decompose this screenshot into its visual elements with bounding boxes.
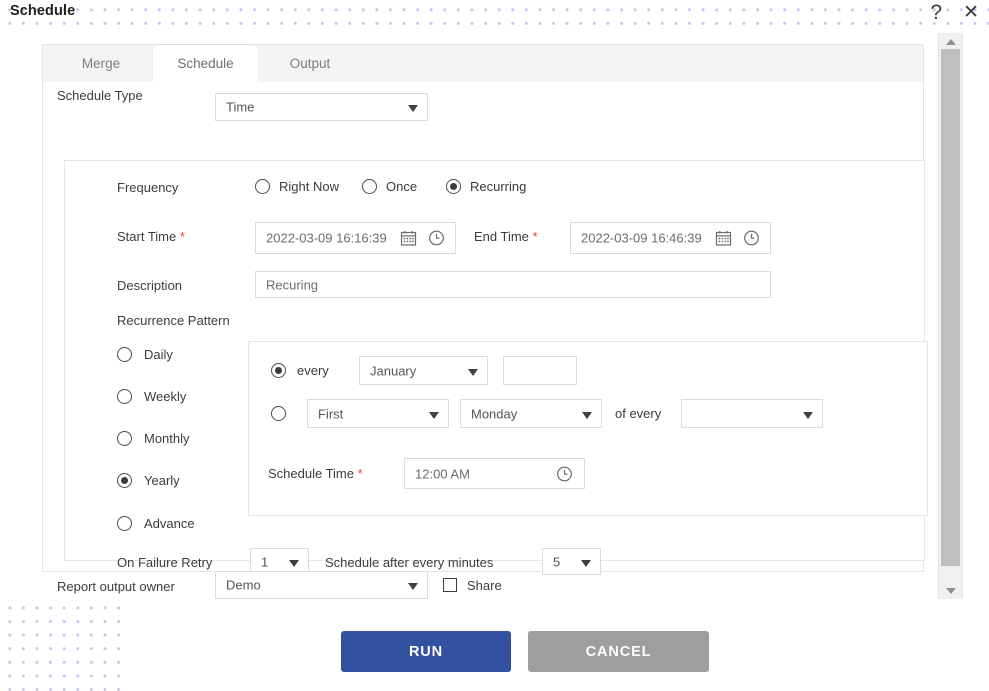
radio-recurring-label[interactable]: Recurring xyxy=(470,179,526,194)
radio-daily[interactable] xyxy=(117,347,132,362)
chevron-down-icon xyxy=(582,411,592,419)
start-time-value: 2022-03-09 16:16:39 xyxy=(266,230,387,246)
chevron-down-icon xyxy=(408,583,418,590)
run-button[interactable]: RUN xyxy=(341,631,511,672)
chevron-down-icon xyxy=(803,411,813,419)
radio-yearly-every-month[interactable] xyxy=(271,363,286,378)
yearly-month-value: January xyxy=(370,363,417,378)
chevron-down-icon xyxy=(289,559,299,567)
radio-advance[interactable] xyxy=(117,516,132,531)
schedule-time-label-text: Schedule Time xyxy=(268,466,354,481)
radio-once-label[interactable]: Once xyxy=(386,179,417,194)
schedule-time-value: 12:00 AM xyxy=(415,466,470,481)
recurring-settings-box: Frequency Right Now Once Recurring Start… xyxy=(64,160,928,575)
radio-right-now-label[interactable]: Right Now xyxy=(279,179,339,194)
page-title: Schedule xyxy=(10,3,76,19)
calendar-icon[interactable] xyxy=(715,230,732,247)
radio-advance-label[interactable]: Advance xyxy=(144,516,195,531)
calendar-icon[interactable] xyxy=(400,230,417,247)
schedule-type-value: Time xyxy=(226,99,255,115)
tab-bar: Merge Schedule Output xyxy=(42,44,924,82)
yearly-of-every-month-select[interactable] xyxy=(681,399,823,428)
yearly-day-number-input[interactable] xyxy=(503,356,577,385)
tab-merge[interactable]: Merge xyxy=(56,45,146,82)
tab-output[interactable]: Output xyxy=(265,45,355,82)
start-time-label: Start Time * xyxy=(117,229,185,244)
chevron-down-icon xyxy=(429,411,439,419)
schedule-time-label: Schedule Time * xyxy=(268,466,363,481)
end-time-label-text: End Time xyxy=(474,229,529,244)
schedule-time-required-mark: * xyxy=(357,466,363,481)
description-input[interactable]: Recuring xyxy=(255,271,771,298)
schedule-type-select[interactable]: Time xyxy=(215,93,428,121)
chevron-down-icon xyxy=(468,368,478,376)
description-value: Recuring xyxy=(266,277,319,292)
yearly-weekday-select[interactable]: Monday xyxy=(460,399,602,428)
yearly-pattern-box: every January First Monday of every Sche… xyxy=(248,341,928,516)
close-icon[interactable]: ✕ xyxy=(963,0,979,26)
radio-recurring[interactable] xyxy=(446,179,461,194)
help-icon[interactable]: ? xyxy=(930,0,942,26)
schedule-type-label: Schedule Type xyxy=(57,88,143,103)
radio-daily-label[interactable]: Daily xyxy=(144,347,173,362)
share-label[interactable]: Share xyxy=(467,578,502,593)
vertical-scrollbar[interactable] xyxy=(938,33,963,599)
yearly-every-label[interactable]: every xyxy=(297,363,329,378)
share-checkbox[interactable] xyxy=(443,578,457,592)
start-time-input[interactable]: 2022-03-09 16:16:39 xyxy=(255,222,456,254)
radio-monthly-label[interactable]: Monthly xyxy=(144,431,190,446)
page-background-right xyxy=(962,26,989,598)
yearly-month-select[interactable]: January xyxy=(359,356,488,385)
description-label: Description xyxy=(117,278,183,293)
on-failure-retry-label: On Failure Retry xyxy=(117,555,213,570)
yearly-weekday-value: Monday xyxy=(471,406,518,421)
recurrence-pattern-label: Recurrence Pattern xyxy=(117,313,230,328)
frequency-label: Frequency xyxy=(117,180,179,195)
schedule-after-select[interactable]: 5 xyxy=(542,548,601,575)
schedule-after-label: Schedule after every minutes xyxy=(325,555,494,570)
yearly-ordinal-value: First xyxy=(318,406,344,421)
chevron-down-icon xyxy=(408,105,418,112)
clock-icon[interactable] xyxy=(556,465,573,482)
radio-yearly[interactable] xyxy=(117,473,132,488)
report-output-owner-value: Demo xyxy=(226,577,261,593)
clock-icon[interactable] xyxy=(428,230,445,247)
radio-yearly-ordinal[interactable] xyxy=(271,406,286,421)
schedule-after-value: 5 xyxy=(553,554,561,569)
schedule-tab-panel: Schedule Type Time Frequency Right Now O… xyxy=(42,82,928,599)
start-time-label-text: Start Time xyxy=(117,229,177,244)
radio-yearly-label[interactable]: Yearly xyxy=(144,473,180,488)
end-time-input[interactable]: 2022-03-09 16:46:39 xyxy=(570,222,771,254)
scrollbar-thumb[interactable] xyxy=(941,49,960,566)
radio-right-now[interactable] xyxy=(255,179,270,194)
start-time-required-mark: * xyxy=(179,229,185,244)
radio-monthly[interactable] xyxy=(117,431,132,446)
schedule-dialog: Merge Schedule Output Schedule Type Time… xyxy=(42,44,928,599)
report-output-owner-label: Report output owner xyxy=(57,579,175,594)
of-every-label: of every xyxy=(615,406,662,421)
scroll-down-arrow-icon[interactable] xyxy=(939,582,962,599)
chevron-down-icon xyxy=(581,559,591,567)
report-output-owner-select[interactable]: Demo xyxy=(215,571,428,599)
schedule-time-input[interactable]: 12:00 AM xyxy=(404,458,585,489)
end-time-value: 2022-03-09 16:46:39 xyxy=(581,230,702,246)
scroll-up-arrow-icon[interactable] xyxy=(939,33,962,50)
end-time-required-mark: * xyxy=(532,229,538,244)
end-time-label: End Time * xyxy=(474,229,538,244)
yearly-ordinal-select[interactable]: First xyxy=(307,399,449,428)
radio-once[interactable] xyxy=(362,179,377,194)
cancel-button[interactable]: CANCEL xyxy=(528,631,709,672)
tab-schedule[interactable]: Schedule xyxy=(153,45,258,82)
clock-icon[interactable] xyxy=(743,230,760,247)
radio-weekly-label[interactable]: Weekly xyxy=(144,389,186,404)
radio-weekly[interactable] xyxy=(117,389,132,404)
on-failure-retry-value: 1 xyxy=(261,554,269,569)
title-bar: Schedule ? ✕ xyxy=(0,0,989,26)
